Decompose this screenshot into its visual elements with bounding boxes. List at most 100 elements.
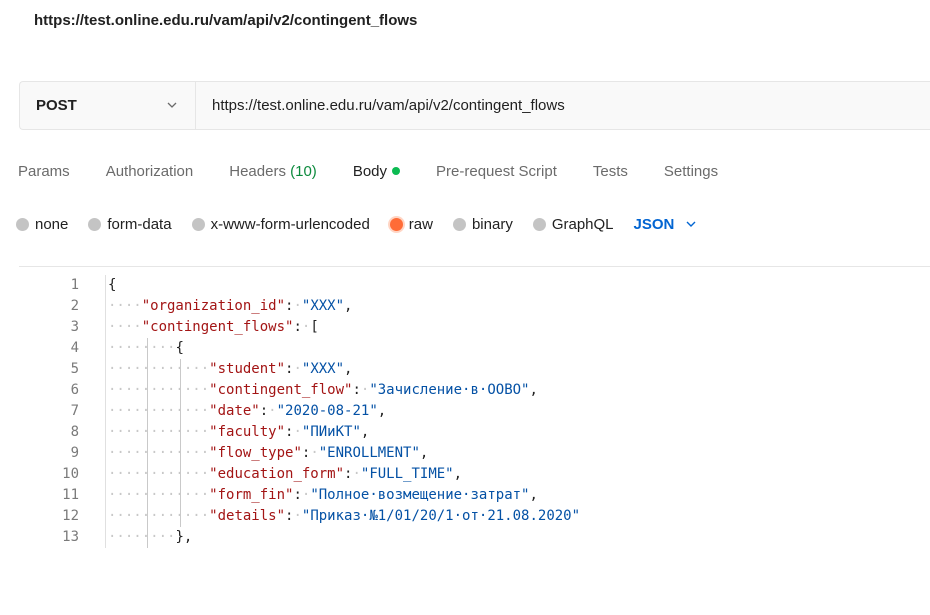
- indent-guide: [146, 380, 148, 401]
- radio-icon: [532, 217, 546, 231]
- body-type-binary[interactable]: binary: [452, 216, 513, 233]
- indent-guide: [146, 485, 148, 506]
- code-text: ············"flow_type":·"ENROLLMENT",: [108, 445, 429, 461]
- indent-guide: [146, 338, 148, 359]
- code-line: 3 ····"contingent_flows":·[: [0, 317, 930, 338]
- radio-icon: [191, 217, 205, 231]
- indent-guide: [180, 359, 182, 380]
- code-line: 2 ····"organization_id":·"XXX",: [0, 296, 930, 317]
- code-line: 5 ············"student":·"XXX",: [0, 359, 930, 380]
- method-label: POST: [36, 97, 77, 114]
- radio-icon: [16, 217, 29, 231]
- code-line: 10 ············"education_form":·"FULL_TI…: [0, 464, 930, 485]
- tab-body[interactable]: Body: [353, 163, 401, 180]
- tab-settings[interactable]: Settings: [664, 163, 718, 180]
- indent-guide: [146, 527, 148, 548]
- code-text: ····"contingent_flows":·[: [108, 319, 319, 335]
- indent-guide: [146, 464, 148, 485]
- indent-guide: [146, 506, 148, 527]
- line-number: 11: [62, 487, 79, 503]
- indent-guide: [146, 443, 148, 464]
- line-number: 2: [70, 298, 79, 314]
- code-text: ············"form_fin":·"Полное·возмещен…: [108, 487, 538, 503]
- line-number: 1: [70, 277, 79, 293]
- chevron-down-icon: [686, 221, 696, 227]
- tab-params[interactable]: Params: [18, 163, 70, 180]
- request-tabs: Params Authorization Headers (10) Body P…: [18, 159, 754, 183]
- radio-icon: [88, 217, 102, 231]
- line-number: 3: [70, 319, 79, 335]
- code-text: ············"details":·"Приказ·№1/01/20/…: [108, 508, 581, 524]
- code-line: 12 ············"details":·"Приказ·№1/01/2…: [0, 506, 930, 527]
- gutter-separator: [105, 275, 106, 296]
- code-line: 8 ············"faculty":·"ПИиКТ",: [0, 422, 930, 443]
- tab-headers[interactable]: Headers (10): [229, 163, 317, 180]
- body-type-graphql[interactable]: GraphQL: [532, 216, 614, 233]
- code-text: ············"contingent_flow":·"Зачислен…: [108, 382, 538, 398]
- editor-divider: [19, 266, 930, 267]
- code-editor[interactable]: 1{2 ····"organization_id":·"XXX", 3 ····"co…: [0, 275, 930, 548]
- gutter-separator: [105, 506, 106, 527]
- tab-pre-request-script[interactable]: Pre-request Script: [436, 163, 557, 180]
- body-active-dot: [392, 166, 401, 175]
- indent-guide: [146, 401, 148, 422]
- tab-authorization[interactable]: Authorization: [106, 163, 194, 180]
- line-number: 6: [70, 382, 79, 398]
- gutter-separator: [105, 380, 106, 401]
- page-url: https://test.online.edu.ru/vam/api/v2/co…: [34, 12, 418, 29]
- radio-selected-icon: [389, 217, 403, 231]
- body-type-selector: none form-data x-www-form-urlencoded raw…: [16, 213, 697, 235]
- code-text: ····"organization_id":·"XXX",: [108, 298, 353, 314]
- gutter-separator: [105, 338, 106, 359]
- line-number: 13: [62, 529, 79, 545]
- indent-guide: [180, 464, 182, 485]
- line-number: 8: [70, 424, 79, 440]
- body-type-form-data[interactable]: form-data: [88, 216, 172, 233]
- line-number: 5: [70, 361, 79, 377]
- headers-count: (10): [290, 162, 317, 180]
- indent-guide: [180, 443, 182, 464]
- radio-icon: [452, 217, 466, 231]
- tab-tests[interactable]: Tests: [593, 163, 628, 180]
- code-line: 7 ············"date":·"2020-08-21",: [0, 401, 930, 422]
- indent-guide: [180, 422, 182, 443]
- gutter-separator: [105, 485, 106, 506]
- indent-guide: [146, 359, 148, 380]
- code-text: {: [108, 277, 117, 293]
- code-line: 6 ············"contingent_flow":·"Зачисле…: [0, 380, 930, 401]
- line-number: 4: [70, 340, 79, 356]
- gutter-separator: [105, 317, 106, 338]
- code-line: 4 ········{: [0, 338, 930, 359]
- request-url-bar: POST https://test.online.edu.ru/vam/api/…: [19, 81, 930, 130]
- code-line: 13 ········},: [0, 527, 930, 548]
- code-text: ········},: [108, 529, 193, 545]
- chevron-down-icon: [167, 102, 177, 108]
- method-select[interactable]: POST: [20, 82, 196, 129]
- code-line: 9 ············"flow_type":·"ENROLLMENT",: [0, 443, 930, 464]
- body-type-raw[interactable]: raw: [389, 216, 433, 233]
- gutter-separator: [105, 422, 106, 443]
- indent-guide: [146, 422, 148, 443]
- body-type-none[interactable]: none: [16, 216, 68, 233]
- indent-guide: [180, 506, 182, 527]
- language-select[interactable]: JSON: [634, 216, 698, 233]
- line-number: 9: [70, 445, 79, 461]
- gutter-separator: [105, 464, 106, 485]
- body-type-urlencoded[interactable]: x-www-form-urlencoded: [191, 216, 370, 233]
- code-text: ············"student":·"XXX",: [108, 361, 353, 377]
- line-number: 10: [62, 466, 79, 482]
- line-number: 7: [70, 403, 79, 419]
- line-number: 12: [62, 508, 79, 524]
- code-line: 11 ············"form_fin":·"Полное·возмещ…: [0, 485, 930, 506]
- code-text: ············"education_form":·"FULL_TIME…: [108, 466, 463, 482]
- indent-guide: [180, 380, 182, 401]
- code-line: 1{: [0, 275, 930, 296]
- url-input[interactable]: https://test.online.edu.ru/vam/api/v2/co…: [196, 97, 565, 114]
- gutter-separator: [105, 527, 106, 548]
- gutter-separator: [105, 296, 106, 317]
- indent-guide: [180, 485, 182, 506]
- indent-guide: [180, 401, 182, 422]
- gutter-separator: [105, 359, 106, 380]
- code-text: ············"date":·"2020-08-21",: [108, 403, 387, 419]
- gutter-separator: [105, 443, 106, 464]
